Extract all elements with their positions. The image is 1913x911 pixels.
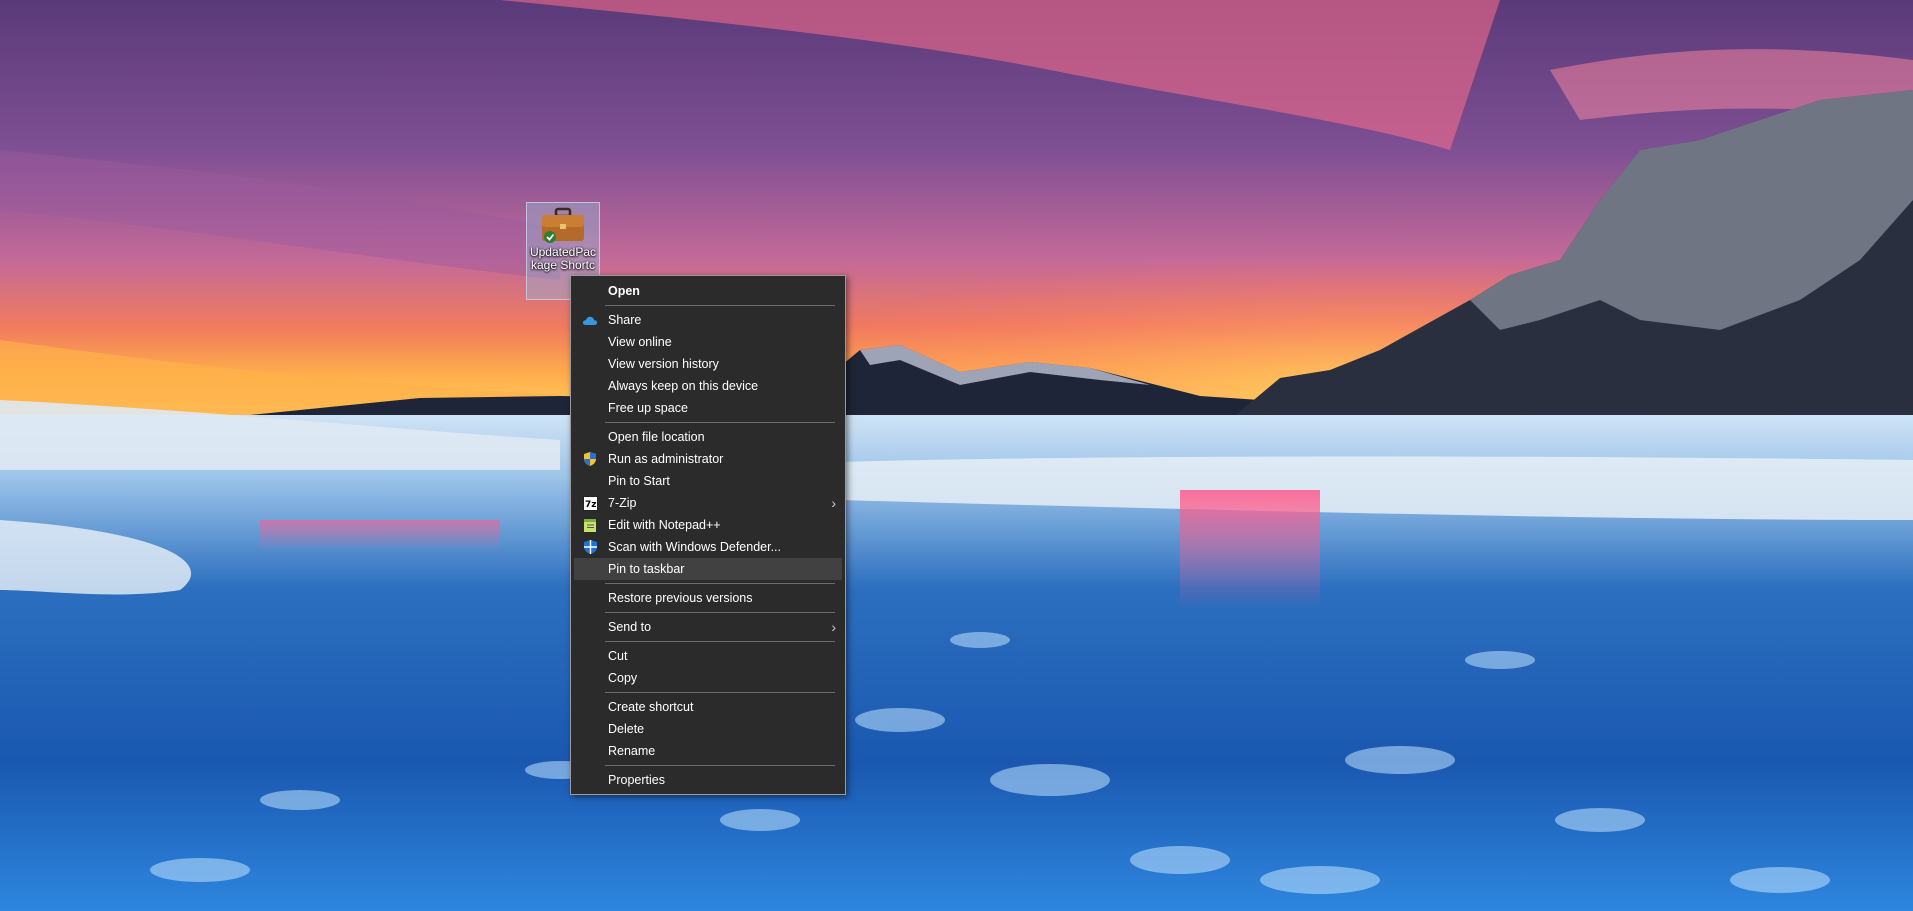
menu-item-share[interactable]: Share xyxy=(574,309,842,331)
menu-item-always-keep[interactable]: Always keep on this device xyxy=(574,375,842,397)
menu-separator xyxy=(605,583,835,584)
defender-shield-icon xyxy=(582,539,598,555)
menu-separator xyxy=(605,305,835,306)
menu-item-properties[interactable]: Properties xyxy=(574,769,842,791)
menu-item-open[interactable]: Open xyxy=(574,280,842,302)
svg-text:7z: 7z xyxy=(585,500,597,510)
uac-shield-icon xyxy=(582,451,598,467)
menu-item-pin-to-taskbar[interactable]: Pin to taskbar xyxy=(574,558,842,580)
menu-item-view-version-history[interactable]: View version history xyxy=(574,353,842,375)
chevron-right-icon: › xyxy=(831,495,836,511)
menu-item-view-online[interactable]: View online xyxy=(574,331,842,353)
menu-item-send-to[interactable]: Send to › xyxy=(574,616,842,638)
menu-item-copy[interactable]: Copy xyxy=(574,667,842,689)
menu-item-delete[interactable]: Delete xyxy=(574,718,842,740)
menu-item-scan-defender[interactable]: Scan with Windows Defender... xyxy=(574,536,842,558)
menu-separator xyxy=(605,692,835,693)
menu-separator xyxy=(605,641,835,642)
menu-item-free-up-space[interactable]: Free up space xyxy=(574,397,842,419)
notepadpp-icon xyxy=(582,517,598,533)
desktop-wallpaper xyxy=(0,0,1913,911)
menu-item-open-file-location[interactable]: Open file location xyxy=(574,426,842,448)
briefcase-icon xyxy=(542,207,584,243)
menu-separator xyxy=(605,422,835,423)
menu-item-edit-notepadpp[interactable]: Edit with Notepad++ xyxy=(574,514,842,536)
menu-item-pin-to-start[interactable]: Pin to Start xyxy=(574,470,842,492)
menu-item-cut[interactable]: Cut xyxy=(574,645,842,667)
menu-item-create-shortcut[interactable]: Create shortcut xyxy=(574,696,842,718)
7zip-icon: 7z xyxy=(582,495,598,511)
menu-item-restore-previous-versions[interactable]: Restore previous versions xyxy=(574,587,842,609)
menu-item-run-as-admin[interactable]: Run as administrator xyxy=(574,448,842,470)
chevron-right-icon: › xyxy=(831,619,836,635)
menu-item-7zip[interactable]: 7z 7-Zip › xyxy=(574,492,842,514)
menu-separator xyxy=(605,765,835,766)
menu-separator xyxy=(605,612,835,613)
onedrive-cloud-icon xyxy=(582,312,598,328)
context-menu: Open Share View online View version hist… xyxy=(570,275,846,795)
menu-item-rename[interactable]: Rename xyxy=(574,740,842,762)
